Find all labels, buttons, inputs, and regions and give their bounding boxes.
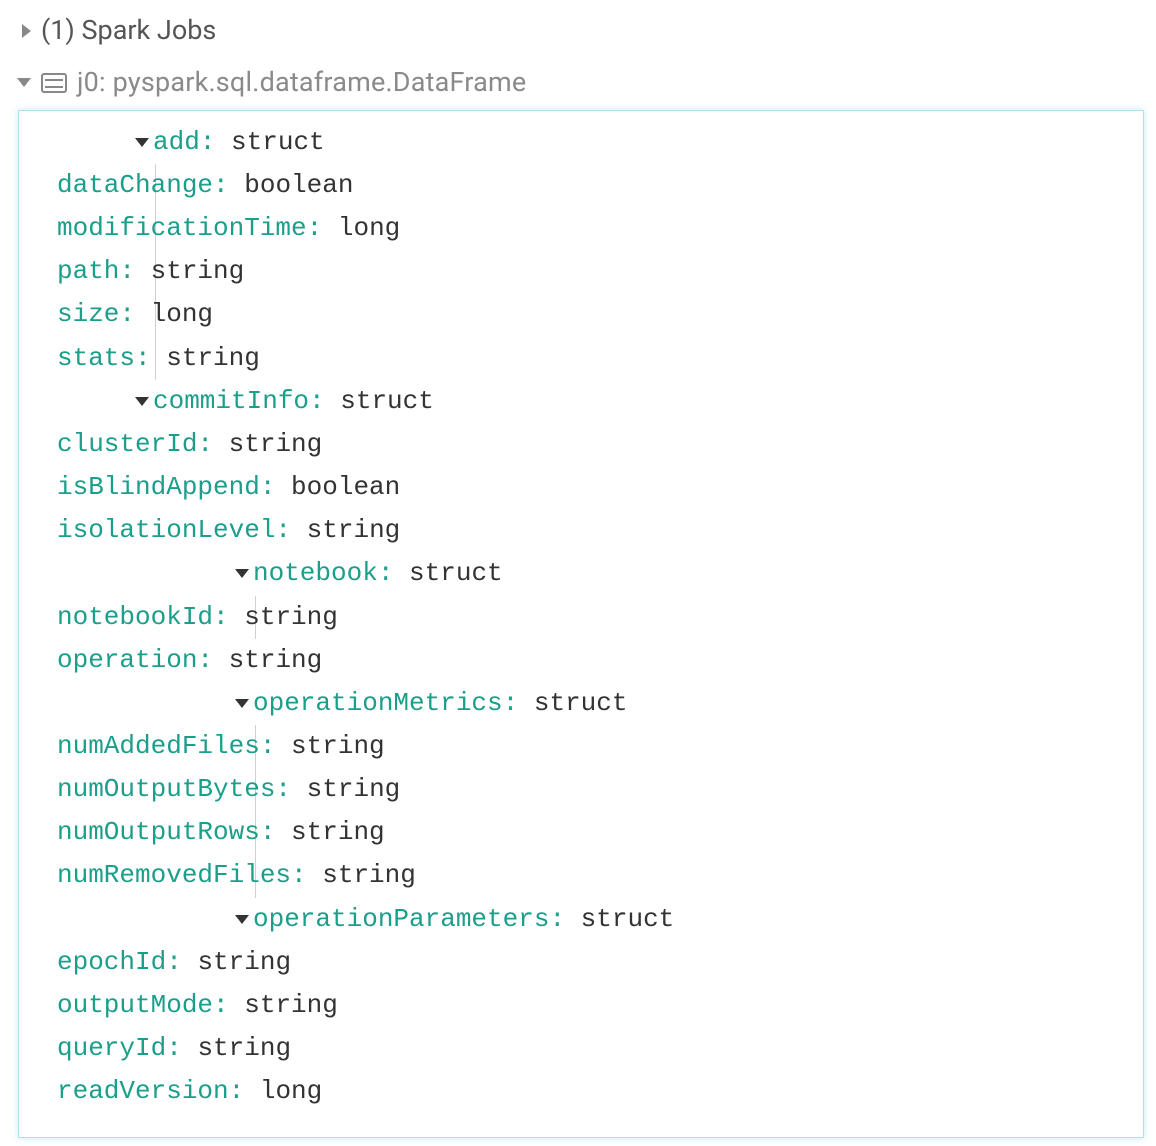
field-name: outputMode: <box>57 990 229 1020</box>
schema-field-add[interactable]: add: struct <box>37 121 1125 164</box>
chevron-down-icon <box>135 397 149 406</box>
field-name: notebook: <box>253 558 393 588</box>
schema-field-stats[interactable]: stats: string <box>37 337 1125 380</box>
field-name: operationParameters: <box>253 904 565 934</box>
field-name: stats: <box>57 343 151 373</box>
field-type: string <box>244 602 338 632</box>
schema-field-operationparameters[interactable]: operationParameters: struct <box>37 898 1125 941</box>
field-type: string <box>307 774 401 804</box>
field-type: string <box>151 256 245 286</box>
field-type: struct <box>581 904 675 934</box>
schema-field-notebookid[interactable]: notebookId: string <box>37 596 1125 639</box>
field-name: epochId: <box>57 947 182 977</box>
schema-field-clusterid[interactable]: clusterId: string <box>37 423 1125 466</box>
spark-jobs-label: (1) Spark Jobs <box>41 8 216 54</box>
field-type: boolean <box>291 472 400 502</box>
field-type: string <box>291 731 385 761</box>
schema-field-epochid[interactable]: epochId: string <box>37 941 1125 984</box>
chevron-down-icon <box>235 915 249 924</box>
field-type: boolean <box>244 170 353 200</box>
chevron-right-icon <box>22 24 31 38</box>
spark-jobs-row[interactable]: (1) Spark Jobs <box>22 8 1144 54</box>
field-name: numRemovedFiles: <box>57 860 307 890</box>
chevron-down-icon <box>135 138 149 147</box>
field-type: string <box>229 429 323 459</box>
variable-row[interactable]: j0: pyspark.sql.dataframe.DataFrame <box>17 60 1144 106</box>
schema-field-operation[interactable]: operation: string <box>37 639 1125 682</box>
field-name: dataChange: <box>57 170 229 200</box>
schema-field-path[interactable]: path: string <box>37 250 1125 293</box>
field-name: isolationLevel: <box>57 515 291 545</box>
field-type: long <box>260 1076 322 1106</box>
chevron-down-icon <box>17 78 31 87</box>
schema-field-queryid[interactable]: queryId: string <box>37 1027 1125 1070</box>
schema-field-notebook[interactable]: notebook: struct <box>37 552 1125 595</box>
field-name: add: <box>153 127 215 157</box>
schema-field-readversion[interactable]: readVersion: long <box>37 1070 1125 1113</box>
field-type: struct <box>534 688 628 718</box>
field-name: readVersion: <box>57 1076 244 1106</box>
field-name: isBlindAppend: <box>57 472 275 502</box>
field-type: string <box>307 515 401 545</box>
field-type: long <box>151 299 213 329</box>
variable-label: j0: pyspark.sql.dataframe.DataFrame <box>77 60 526 106</box>
field-name: commitInfo: <box>153 386 325 416</box>
schema-field-size[interactable]: size: long <box>37 293 1125 336</box>
field-type: string <box>291 817 385 847</box>
schema-field-numremovedfiles[interactable]: numRemovedFiles: string <box>37 854 1125 897</box>
chevron-down-icon <box>235 569 249 578</box>
field-type: string <box>197 1033 291 1063</box>
field-name: path: <box>57 256 135 286</box>
field-type: struct <box>340 386 434 416</box>
field-name: queryId: <box>57 1033 182 1063</box>
field-type: string <box>322 860 416 890</box>
field-type: string <box>244 990 338 1020</box>
schema-field-isblindappend[interactable]: isBlindAppend: boolean <box>37 466 1125 509</box>
field-name: notebookId: <box>57 602 229 632</box>
field-type: string <box>166 343 260 373</box>
schema-field-datachange[interactable]: dataChange: boolean <box>37 164 1125 207</box>
field-type: struct <box>231 127 325 157</box>
schema-field-operationmetrics[interactable]: operationMetrics: struct <box>37 682 1125 725</box>
field-type: long <box>338 213 400 243</box>
field-name: operationMetrics: <box>253 688 518 718</box>
schema-field-numoutputrows[interactable]: numOutputRows: string <box>37 811 1125 854</box>
schema-field-modificationtime[interactable]: modificationTime: long <box>37 207 1125 250</box>
schema-field-numaddedfiles[interactable]: numAddedFiles: string <box>37 725 1125 768</box>
schema-panel: add: struct dataChange: boolean modifica… <box>18 110 1144 1138</box>
field-name: numOutputBytes: <box>57 774 291 804</box>
table-icon <box>41 73 67 93</box>
field-name: size: <box>57 299 135 329</box>
schema-field-numoutputbytes[interactable]: numOutputBytes: string <box>37 768 1125 811</box>
schema-field-commitinfo[interactable]: commitInfo: struct <box>37 380 1125 423</box>
field-type: string <box>229 645 323 675</box>
schema-field-outputmode[interactable]: outputMode: string <box>37 984 1125 1027</box>
field-name: operation: <box>57 645 213 675</box>
chevron-down-icon <box>235 699 249 708</box>
schema-field-isolationlevel[interactable]: isolationLevel: string <box>37 509 1125 552</box>
field-name: modificationTime: <box>57 213 322 243</box>
field-type: string <box>197 947 291 977</box>
field-type: struct <box>409 558 503 588</box>
field-name: clusterId: <box>57 429 213 459</box>
field-name: numOutputRows: <box>57 817 275 847</box>
field-name: numAddedFiles: <box>57 731 275 761</box>
